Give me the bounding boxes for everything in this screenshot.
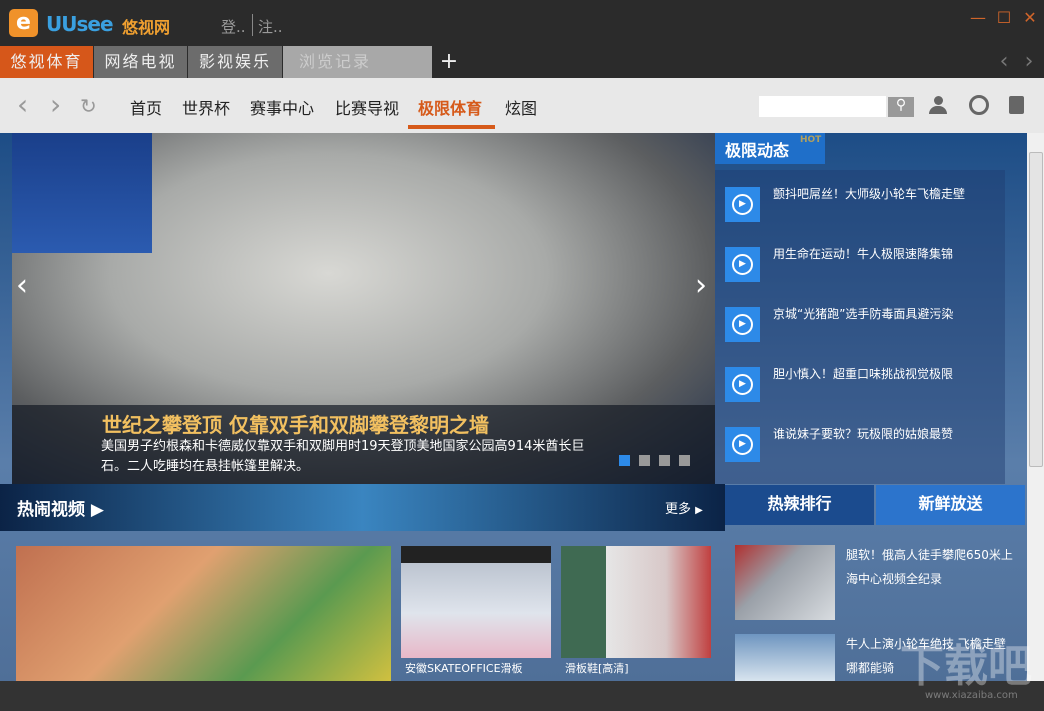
watermark-logo: 下载吧 bbox=[900, 641, 1032, 692]
minimize-button[interactable]: — bbox=[967, 8, 989, 27]
video-thumbnail-large[interactable] bbox=[16, 546, 391, 681]
tab-new-release[interactable]: 新鲜放送 bbox=[876, 485, 1025, 525]
tab-web-tv[interactable]: 网络电视 bbox=[94, 46, 187, 78]
close-button[interactable]: ✕ bbox=[1019, 8, 1041, 27]
list-item[interactable]: ▶ 胆小慎入！超重口味挑战视觉极限 bbox=[725, 367, 1005, 403]
hero-title[interactable]: 世纪之攀登顶 仅靠双手和双脚攀登黎明之墙 bbox=[102, 409, 489, 438]
more-link[interactable]: 更多 ▶ bbox=[665, 498, 703, 517]
nav-gallery[interactable]: 炫图 bbox=[505, 95, 537, 119]
search-input[interactable] bbox=[759, 96, 886, 117]
nav-guide[interactable]: 比赛导视 bbox=[335, 95, 399, 119]
carousel-next-button[interactable]: › bbox=[695, 268, 707, 303]
list-item[interactable]: ▶ 颤抖吧屌丝！大师级小轮车飞檐走壁 bbox=[725, 187, 1005, 223]
tab-film-entertainment[interactable]: 影视娱乐 bbox=[188, 46, 282, 78]
add-tab-button[interactable]: + bbox=[438, 46, 462, 78]
play-icon[interactable]: ▶ bbox=[725, 367, 760, 402]
ranking-thumbnail[interactable] bbox=[735, 634, 835, 681]
search-icon[interactable]: ⚲ bbox=[888, 97, 914, 117]
forward-button[interactable]: › bbox=[50, 88, 61, 121]
history-clock-icon[interactable] bbox=[969, 95, 989, 115]
tab-next-button[interactable]: › bbox=[1020, 46, 1040, 78]
ranking-item-text[interactable]: 腿软！俄高人徒手攀爬650米上海中心视频全纪录 bbox=[846, 543, 1016, 591]
tab-history[interactable]: 浏览记录 bbox=[283, 46, 432, 78]
register-link[interactable]: 注.. bbox=[258, 16, 283, 37]
hero-description: 美国男子约根森和卡德威仅靠双手和双脚用时19天登顶美地国家公园高914米酋长巨石… bbox=[101, 439, 585, 474]
carousel-dot-2[interactable] bbox=[639, 455, 650, 466]
play-icon[interactable]: ▶ bbox=[725, 427, 760, 462]
carousel-dot-1[interactable] bbox=[619, 455, 630, 466]
video-thumbnail[interactable] bbox=[561, 546, 711, 658]
back-button[interactable]: ‹ bbox=[17, 88, 28, 121]
hot-videos-header bbox=[0, 484, 725, 531]
tab-hot-ranking[interactable]: 热辣排行 bbox=[725, 485, 874, 525]
login-link[interactable]: 登.. bbox=[221, 16, 246, 37]
video-caption[interactable]: 滑板鞋[高清] bbox=[565, 660, 629, 676]
app-logo-text: UUsee bbox=[46, 12, 114, 36]
scrollbar-thumb[interactable] bbox=[1029, 152, 1043, 467]
hot-videos-title[interactable]: 热闹视频 ▶ bbox=[17, 495, 104, 520]
status-bar bbox=[0, 681, 1044, 711]
nav-home[interactable]: 首页 bbox=[130, 95, 162, 119]
nav-extreme-sports[interactable]: 极限体育 bbox=[418, 95, 482, 119]
maximize-button[interactable]: ☐ bbox=[993, 8, 1015, 27]
play-icon[interactable]: ▶ bbox=[725, 247, 760, 282]
carousel-dot-4[interactable] bbox=[679, 455, 690, 466]
video-caption[interactable]: 安徽SKATEOFFICE滑板 bbox=[405, 660, 523, 676]
play-icon[interactable]: ▶ bbox=[725, 187, 760, 222]
app-logo-cn: 悠视网 bbox=[122, 18, 171, 37]
play-arrow-icon: ▶ bbox=[90, 500, 104, 520]
nav-world-cup[interactable]: 世界杯 bbox=[182, 95, 230, 119]
carousel-prev-button[interactable]: ‹ bbox=[16, 268, 28, 303]
nav-events[interactable]: 赛事中心 bbox=[250, 95, 314, 119]
hero-image-sky bbox=[12, 133, 152, 253]
arrow-right-icon: ▶ bbox=[695, 505, 703, 516]
list-item[interactable]: ▶ 谁说妹子要软？玩极限的姑娘最赞 bbox=[725, 427, 1005, 463]
carousel-dot-3[interactable] bbox=[659, 455, 670, 466]
list-item[interactable]: ▶ 京城“光猪跑”选手防毒面具避污染 bbox=[725, 307, 1005, 343]
hot-badge: HOT bbox=[800, 135, 822, 145]
tab-prev-button[interactable]: ‹ bbox=[995, 46, 1015, 78]
ranking-thumbnail[interactable] bbox=[735, 545, 835, 620]
play-icon[interactable]: ▶ bbox=[725, 307, 760, 342]
list-item[interactable]: ▶ 用生命在运动！牛人极限速降集锦 bbox=[725, 247, 1005, 283]
video-thumbnail[interactable] bbox=[401, 546, 551, 658]
active-underline bbox=[408, 125, 495, 129]
app-logo-icon: e bbox=[9, 9, 38, 37]
tab-youshi-sports[interactable]: 悠视体育 bbox=[0, 46, 93, 78]
divider bbox=[252, 14, 253, 36]
hero-carousel[interactable]: ‹ › 世纪之攀登顶 仅靠双手和双脚攀登黎明之墙 美国男子约根森和卡德威仅靠双手… bbox=[12, 133, 715, 484]
menu-list-icon[interactable] bbox=[1009, 96, 1024, 114]
watermark-url: www.xiazaiba.com bbox=[925, 690, 1018, 701]
dynamics-list: ▶ 颤抖吧屌丝！大师级小轮车飞檐走壁 ▶ 用生命在运动！牛人极限速降集锦 ▶ 京城“光… bbox=[715, 170, 1005, 484]
refresh-button[interactable]: ↻ bbox=[80, 94, 97, 118]
user-icon[interactable] bbox=[929, 96, 947, 116]
